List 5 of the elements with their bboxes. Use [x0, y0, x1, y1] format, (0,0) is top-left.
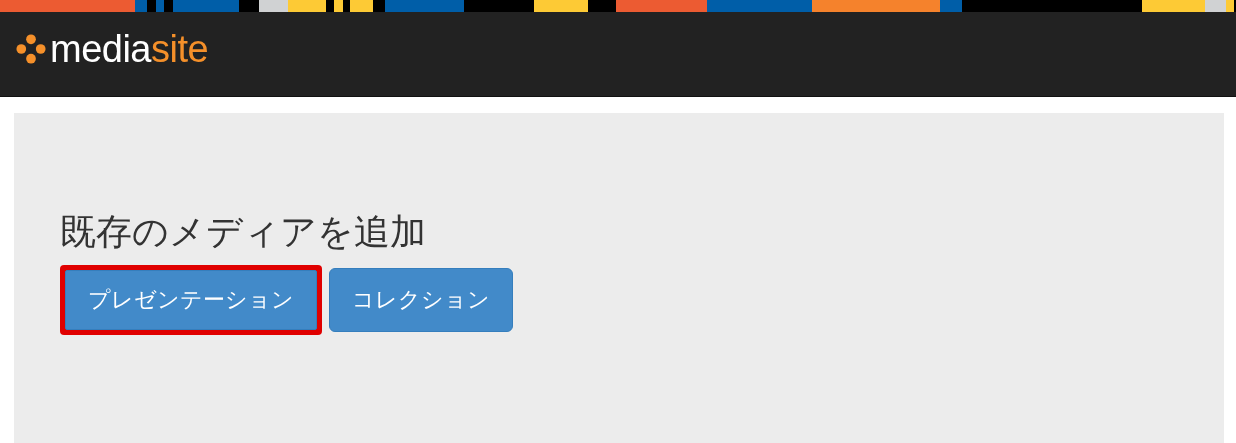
- tab-button[interactable]: プレゼンテーション: [65, 270, 317, 331]
- tab-button[interactable]: コレクション: [329, 268, 513, 333]
- logo-text: mediasite: [50, 30, 209, 68]
- logo-icon: [16, 34, 46, 64]
- section-title: 既存のメディアを追加: [60, 210, 427, 254]
